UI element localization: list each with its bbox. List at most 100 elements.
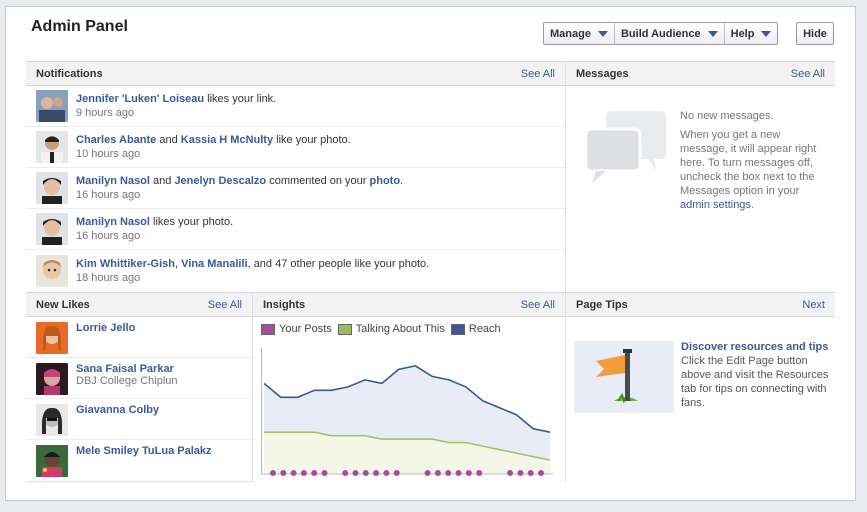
notification-item[interactable]: Jennifer 'Luken' Loiseau likes your link… <box>26 86 565 127</box>
photo-link[interactable]: photo <box>370 175 401 187</box>
avatar[interactable] <box>36 322 68 354</box>
notification-message: likes your link. <box>204 93 277 105</box>
like-text: Mele Smiley TuLua Palakz <box>76 445 212 457</box>
no-messages-text: No new messages. <box>680 110 774 122</box>
your-posts-point <box>362 470 369 476</box>
notification-text: Jennifer 'Luken' Loiseau likes your link… <box>76 92 276 120</box>
avatar[interactable] <box>36 445 68 477</box>
your-posts-point <box>445 470 452 476</box>
avatar[interactable] <box>36 363 68 395</box>
notification-message: like your photo. <box>273 134 351 146</box>
actor-link[interactable]: Manilyn Nasol <box>76 175 150 187</box>
legend-label-your-posts: Your Posts <box>279 323 332 335</box>
your-posts-point <box>527 470 534 476</box>
actor-link[interactable]: Jenelyn Descalzo <box>174 175 266 187</box>
list-item[interactable]: Mele Smiley TuLua Palakz <box>26 440 252 481</box>
notifications-header: Notifications See All <box>26 61 565 86</box>
your-posts-point <box>455 470 462 476</box>
notification-item[interactable]: Manilyn Nasol and Jenelyn Descalzo comme… <box>26 168 565 209</box>
insights-header: Insights See All <box>253 292 565 317</box>
notifications-panel: Notifications See All Jennifer 'Luken' L… <box>26 61 566 292</box>
chart-legend: Your Posts Talking About This Reach <box>253 317 565 335</box>
list-item[interactable]: Giavanna Colby <box>26 399 252 440</box>
page-tips-panel: Page Tips Next Discover resources and ti… <box>566 292 835 482</box>
messages-panel: Messages See All No new messages. When y… <box>566 61 835 292</box>
avatar[interactable] <box>36 131 68 163</box>
notification-item[interactable]: Manilyn Nasol likes your photo. 16 hours… <box>26 209 565 250</box>
legend-label-talking-about-this: Talking About This <box>355 323 445 335</box>
like-text: Sana Faisal Parkar DBJ College Chiplun <box>76 363 178 387</box>
notification-item[interactable]: Kim Whittiker-Gish, Vina Manalili, and 4… <box>26 250 565 291</box>
chevron-down-icon <box>761 30 772 37</box>
legend-label-reach: Reach <box>468 323 501 335</box>
new-likes-header: New Likes See All <box>26 292 252 317</box>
your-posts-point <box>538 470 544 476</box>
notification-time: 16 hours ago <box>76 189 141 201</box>
avatar[interactable] <box>36 90 68 122</box>
chevron-down-icon <box>707 30 718 37</box>
avatar[interactable] <box>36 254 68 287</box>
notification-message: likes your photo. <box>149 216 234 228</box>
actor-link[interactable]: Kassia H McNulty <box>181 134 273 146</box>
messages-help-body: When you get a new message, it will appe… <box>680 129 817 197</box>
like-text: Giavanna Colby <box>76 404 159 416</box>
avatar[interactable] <box>36 213 68 245</box>
notification-text: Manilyn Nasol likes your photo. 16 hours… <box>76 215 233 243</box>
notification-message: , and 47 other people like your photo. <box>247 257 430 270</box>
notification-message: commented on your <box>266 175 370 187</box>
your-posts-point <box>465 470 472 476</box>
new-likes-see-all-link[interactable]: See All <box>208 299 242 311</box>
tip-heading-link[interactable]: Discover resources and tips <box>681 340 829 354</box>
notifications-see-all-link[interactable]: See All <box>521 68 555 80</box>
notification-item[interactable]: Charles Abante and Kassia H McNulty like… <box>26 127 565 168</box>
legend-swatch-talking-about-this <box>337 323 352 335</box>
liker-name-link[interactable]: Giavanna Colby <box>76 404 159 416</box>
build-audience-label: Build Audience <box>620 27 701 40</box>
messages-help-period: . <box>750 199 754 211</box>
chevron-down-icon <box>597 30 608 37</box>
messages-see-all-link[interactable]: See All <box>791 68 825 80</box>
hide-button[interactable]: Hide <box>796 22 834 45</box>
actor-link[interactable]: Jennifer 'Luken' Loiseau <box>76 93 204 105</box>
liker-name-link[interactable]: Sana Faisal Parkar <box>76 363 174 375</box>
page-title: Admin Panel <box>31 18 128 35</box>
your-posts-point <box>373 470 380 476</box>
insights-see-all-link[interactable]: See All <box>521 299 555 311</box>
list-item[interactable]: Sana Faisal Parkar DBJ College Chiplun <box>26 358 252 399</box>
notification-time: 10 hours ago <box>76 148 141 160</box>
flag-icon <box>574 341 674 413</box>
notification-conjunction: and <box>156 134 181 146</box>
notification-time: 18 hours ago <box>76 271 141 284</box>
help-menu-button[interactable]: Help <box>725 23 778 44</box>
list-item[interactable]: Lorrie Jello <box>26 317 252 358</box>
actor-link[interactable]: Kim Whittiker-Gish <box>76 258 175 270</box>
your-posts-point <box>342 470 349 476</box>
admin-settings-link[interactable]: admin settings <box>680 199 751 211</box>
notification-conjunction: and <box>149 175 175 187</box>
your-posts-point <box>270 470 276 476</box>
avatar[interactable] <box>36 172 68 204</box>
actor-link[interactable]: Vina Manalili <box>181 258 247 270</box>
your-posts-point <box>383 470 390 476</box>
new-likes-panel: New Likes See All Lorrie Jello Sana Fais… <box>26 292 253 482</box>
liker-name-link[interactable]: Lorrie Jello <box>76 322 135 334</box>
like-text: Lorrie Jello <box>76 322 135 334</box>
insights-chart[interactable] <box>261 348 553 480</box>
page-tips-content: Discover resources and tips Click the Ed… <box>681 340 829 410</box>
notification-text: Kim Whittiker-Gish, Vina Manalili, and 4… <box>76 257 429 285</box>
notification-text: Charles Abante and Kassia H McNulty like… <box>76 133 351 161</box>
your-posts-point <box>434 470 441 476</box>
manage-menu-button[interactable]: Manage <box>544 23 615 44</box>
avatar[interactable] <box>36 404 68 436</box>
actor-link[interactable]: Charles Abante <box>76 134 156 146</box>
tip-body: Click the Edit Page button above and vis… <box>681 355 829 409</box>
actor-link[interactable]: Manilyn Nasol <box>76 216 150 228</box>
page-tips-next-link[interactable]: Next <box>802 299 825 311</box>
chat-bubbles-icon <box>584 111 666 183</box>
build-audience-menu-button[interactable]: Build Audience <box>615 23 725 44</box>
liker-name-link[interactable]: Mele Smiley TuLua Palakz <box>76 445 212 457</box>
messages-title: Messages <box>576 67 629 80</box>
notification-time: 9 hours ago <box>76 107 135 119</box>
messages-empty-state: No new messages. When you get a new mess… <box>680 109 826 217</box>
messages-header: Messages See All <box>566 61 835 86</box>
